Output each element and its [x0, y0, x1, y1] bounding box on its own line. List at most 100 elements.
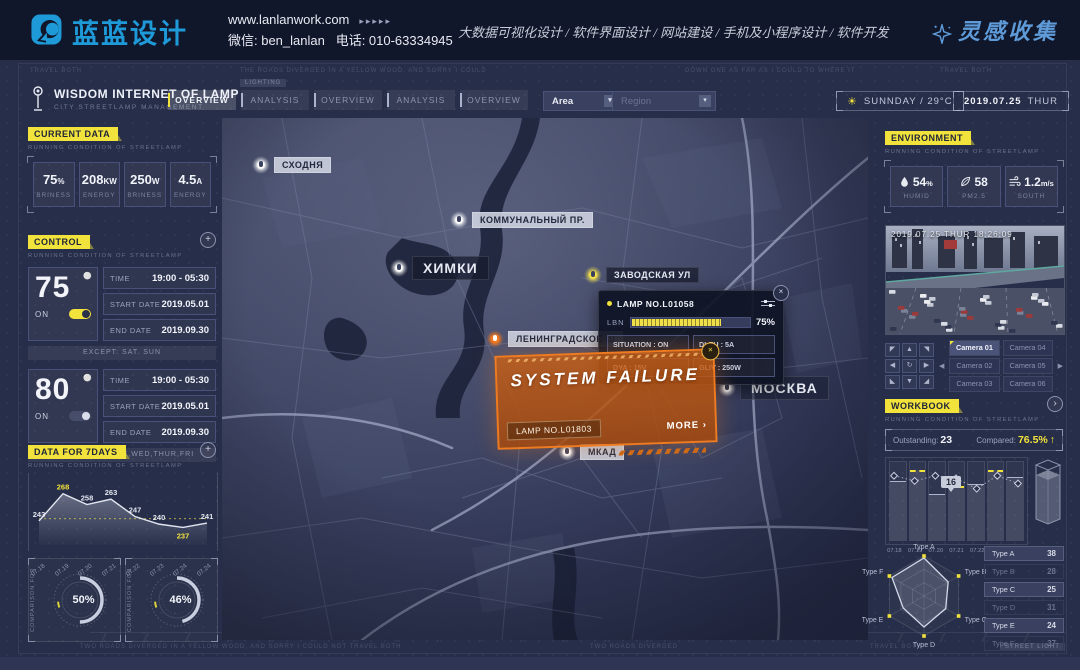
status-dot [607, 301, 612, 306]
close-icon[interactable]: × [773, 285, 789, 301]
map-label-zavodskaya[interactable]: ЗАВОДСКАЯ УЛ [584, 266, 699, 284]
type-radar-panel: Type AType BType CType DType EType F Typ… [862, 538, 1067, 660]
panel-subtitle: RUNNING CONDITION OF STREETLAMP [885, 149, 1063, 155]
region-select[interactable]: Region▾ [612, 91, 716, 111]
type-a-row[interactable]: Type A38 [984, 546, 1064, 561]
date-widget: 2019.07.25 THUR [953, 91, 1069, 111]
reset-view-button[interactable]: ↻ [902, 359, 917, 373]
weekday-text: THUR [1028, 96, 1058, 107]
pan-down-left-button[interactable]: ◣ [885, 375, 900, 389]
camera-feed[interactable]: 2019.07.25 THUR 18:26:09 [885, 225, 1065, 335]
workbook-next-button[interactable]: › [1047, 396, 1063, 412]
pan-up-left-button[interactable]: ◤ [885, 343, 900, 357]
panel-title: CURRENT DATA [28, 127, 118, 141]
tab-overview-3[interactable]: OVERVIEW [460, 90, 528, 110]
car [967, 316, 974, 320]
car [1038, 299, 1045, 303]
deco-badge: LIGHTING [240, 79, 286, 87]
vertex-dot [888, 614, 892, 618]
car [941, 322, 948, 326]
stat-briness-w: 250W BRINESS [124, 162, 166, 207]
expand-chart-button[interactable]: + [200, 442, 216, 458]
top-banner: 蓝蓝设计 www.lanlanwork.com▸▸▸▸▸ 微信: ben_lan… [0, 0, 1080, 60]
camera-01-button[interactable]: Camera 01 [949, 340, 999, 356]
map-label-kommunalny[interactable]: КОММУНАЛЬНЫЙ ПР. [450, 211, 593, 229]
pan-down-button[interactable]: ▼ [902, 375, 917, 389]
type-d-row[interactable]: Type D31 [984, 600, 1064, 615]
add-schedule-button[interactable]: + [200, 232, 216, 248]
power-toggle[interactable] [69, 309, 91, 319]
type-f-row[interactable]: Type F37 [984, 636, 1064, 651]
lamp-pin-icon [252, 156, 270, 174]
car [889, 290, 896, 294]
control-group-2: ⚪ 80 ON TIME19:00 - 05:30 START DATE2019… [28, 369, 216, 443]
camera-02-button[interactable]: Camera 02 [949, 358, 999, 374]
panel-subtitle: RUNNING CONDITION OF STREETLAMP [885, 417, 1063, 423]
pan-right-button[interactable]: ▶ [919, 359, 934, 373]
end-date-row[interactable]: END DATE2019.09.30 [103, 319, 216, 341]
pan-up-button[interactable]: ▲ [902, 343, 917, 357]
stat-wind: 1.2m/s SOUTH [1005, 166, 1058, 207]
next-cameras-icon[interactable]: ▶ [1058, 362, 1063, 370]
car [929, 297, 936, 301]
workbook-bar [909, 461, 927, 541]
time-row[interactable]: TIME19:00 - 05:30 [103, 267, 216, 289]
collect-link[interactable]: 灵感收集 [932, 14, 1058, 46]
car [890, 327, 897, 331]
data-label: 241 [201, 512, 214, 521]
workbook-bar [928, 461, 946, 541]
workbook-panel: WORKBOOK › RUNNING CONDITION OF STREETLA… [885, 396, 1063, 558]
data-label: 247 [129, 506, 142, 515]
map-label-khimki[interactable]: ХИМКИ [390, 256, 489, 280]
environment-panel: ENVIRONMENT RUNNING CONDITION OF STREETL… [885, 128, 1063, 212]
gauge-value: 50% [72, 594, 94, 606]
seven-days-panel: DATA FOR 7DAYS + RUNNING CONDITION OF ST… [28, 442, 216, 573]
vertex-dot [957, 574, 961, 578]
time-row[interactable]: TIME19:00 - 05:30 [103, 369, 216, 391]
prism-top [1036, 460, 1060, 470]
prev-cameras-icon[interactable]: ◀ [939, 362, 944, 370]
area-select[interactable]: Area▾ [543, 91, 621, 111]
radar-axis-label: Type F [862, 569, 883, 576]
workbook-bar [948, 461, 966, 541]
camera-05-button[interactable]: Camera 05 [1003, 358, 1053, 374]
arrows-decoration: ▸▸▸▸▸ [359, 16, 392, 26]
panel-title: CONTROL [28, 235, 90, 249]
data-label: 240 [153, 513, 166, 522]
tab-analysis-2[interactable]: ANALYSIS [387, 90, 455, 110]
radar-axis-label: Type A [913, 544, 935, 551]
start-date-row[interactable]: START DATE2019.05.01 [103, 395, 216, 417]
city-map[interactable]: СХОДНЯ КОММУНАЛЬНЫЙ ПР. ХИМКИ ЗАВОДСКАЯ … [222, 118, 868, 640]
map-label-skhodnya[interactable]: СХОДНЯ [252, 156, 331, 174]
camera-03-button[interactable]: Camera 03 [949, 376, 999, 392]
end-date-row[interactable]: END DATE2019.09.30 [103, 421, 216, 443]
more-button[interactable]: MORE › [666, 419, 707, 431]
brightness-bar[interactable] [630, 317, 751, 328]
pan-up-right-button[interactable]: ◥ [919, 343, 934, 357]
deco-text: TRAVEL BOTH [940, 68, 992, 74]
car [898, 306, 905, 310]
tab-overview-2[interactable]: OVERVIEW [314, 90, 382, 110]
vertex-dot [957, 614, 961, 618]
pan-left-button[interactable]: ◀ [885, 359, 900, 373]
compared-value: 76.5% [1018, 434, 1048, 446]
lanlan-logo-icon [26, 10, 66, 50]
gauge-title: COMPARISON FOR [127, 565, 133, 635]
failed-lamp-id: LAMP NO.L01803 [507, 419, 601, 440]
data-label: 243 [33, 510, 46, 519]
vertex-dot [922, 554, 926, 558]
type-c-row[interactable]: Type C25 [984, 582, 1064, 597]
camera-06-button[interactable]: Camera 06 [1003, 376, 1053, 392]
car [1032, 293, 1039, 297]
pan-down-right-button[interactable]: ◢ [919, 375, 934, 389]
tab-analysis-1[interactable]: ANALYSIS [241, 90, 309, 110]
website-link[interactable]: www.lanlanwork.com [228, 12, 349, 27]
settings-sliders-icon[interactable] [761, 298, 775, 309]
power-toggle[interactable] [69, 411, 91, 421]
type-b-row[interactable]: Type B28 [984, 564, 1064, 579]
start-date-row[interactable]: START DATE2019.05.01 [103, 293, 216, 315]
wechat-text: 微信: ben_lanlan [228, 33, 325, 48]
camera-04-button[interactable]: Camera 04 [1003, 340, 1053, 356]
tab-overview-1[interactable]: OVERVIEW [168, 90, 236, 110]
type-e-row[interactable]: Type E24 [984, 618, 1064, 633]
